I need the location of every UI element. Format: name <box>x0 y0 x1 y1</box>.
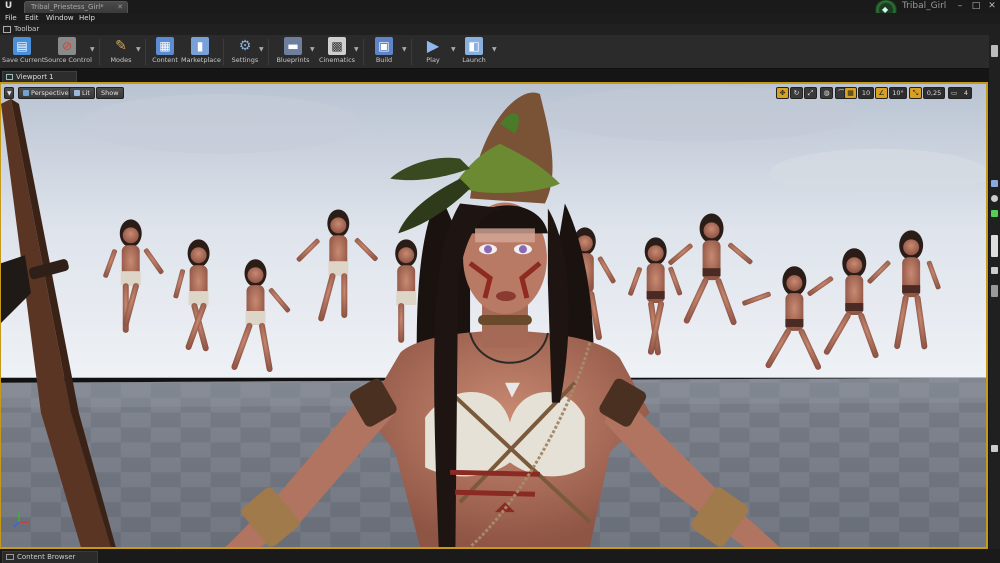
settings-dropdown-icon[interactable]: ▼ <box>259 46 264 53</box>
toolbar-panel-tab[interactable]: Toolbar <box>0 24 1000 35</box>
translate-tool-button[interactable]: ✥ <box>776 87 789 99</box>
save-icon: ▤ <box>13 37 31 55</box>
perspective-icon <box>23 90 29 96</box>
bottom-bar: Content Browser <box>0 549 1000 563</box>
scale-snap-toggle[interactable]: ⤡ <box>909 87 922 99</box>
main-toolbar: ▤ Save Current ⊘ Source Control ▼ ✎ Mode… <box>0 35 1000 69</box>
menu-window[interactable]: Window <box>46 13 74 24</box>
modes-dropdown-icon[interactable]: ▼ <box>136 46 141 53</box>
folder-icon <box>6 554 14 560</box>
launch-dropdown-icon[interactable]: ▼ <box>492 46 497 53</box>
settings-gear-icon: ⚙ <box>238 38 252 54</box>
chevron-down-icon: ▼ <box>7 90 12 97</box>
scale-snap-value[interactable]: 0,25 <box>923 87 945 99</box>
grid-icon: ▦ <box>847 89 854 97</box>
viewport-options-button[interactable]: ▼ <box>4 87 14 99</box>
search-icon[interactable] <box>991 267 998 274</box>
toolbar-separator <box>145 39 146 65</box>
source-control-button[interactable]: ⊘ Source Control <box>44 37 92 68</box>
menu-edit[interactable]: Edit <box>25 13 39 24</box>
add-icon[interactable] <box>991 210 998 217</box>
menu-file[interactable]: File <box>5 13 17 24</box>
show-button[interactable]: Show <box>96 87 124 99</box>
scale-snap-icon: ⤡ <box>912 89 919 97</box>
document-tab-label: Tribal_Priestess_Girl* <box>31 3 104 11</box>
panel-item-icon[interactable] <box>991 445 998 452</box>
source-control-dropdown-icon[interactable]: ▼ <box>90 46 95 53</box>
blueprints-dropdown-icon[interactable]: ▼ <box>310 46 315 53</box>
unreal-logo-icon: U <box>4 1 13 11</box>
angle-icon: ∠ <box>878 89 885 97</box>
build-button[interactable]: ▣ Build <box>368 37 400 68</box>
camera-speed-button[interactable]: ▭ 4 <box>948 87 972 99</box>
toolbar-separator <box>99 39 100 65</box>
maximize-button[interactable]: □ <box>970 0 982 12</box>
content-icon: ▦ <box>156 37 174 55</box>
rotation-snap-value[interactable]: 10° <box>889 87 907 99</box>
viewport-scene[interactable] <box>1 84 986 547</box>
title-bar: U Tribal_Priestess_Girl* ✕ ◆ Tribal_Girl… <box>0 0 1000 20</box>
close-tab-icon[interactable]: ✕ <box>117 2 123 13</box>
perspective-button[interactable]: Perspective <box>18 87 74 99</box>
save-current-button[interactable]: ▤ Save Current <box>2 37 44 68</box>
build-dropdown-icon[interactable]: ▼ <box>402 46 407 53</box>
move-icon: ✥ <box>779 89 786 97</box>
dot-icon[interactable] <box>991 195 998 202</box>
content-button[interactable]: ▦ Content <box>150 37 180 68</box>
launch-button[interactable]: ◧ Launch <box>458 37 490 68</box>
cinematics-icon: ▩ <box>328 37 346 55</box>
build-icon: ▣ <box>375 37 393 55</box>
modes-button[interactable]: ✎ Modes <box>104 37 138 68</box>
toolbar-separator <box>268 39 269 65</box>
grid-snap-value[interactable]: 10 <box>858 87 874 99</box>
toolbar-panel-icon <box>3 26 11 33</box>
content-browser-label: Content Browser <box>17 553 76 561</box>
right-panel-strip <box>989 35 1000 549</box>
panel-item-icon[interactable] <box>991 285 998 297</box>
play-icon: ▶ <box>426 36 440 55</box>
cinematics-dropdown-icon[interactable]: ▼ <box>354 46 359 53</box>
lit-button[interactable]: Lit <box>69 87 95 99</box>
content-browser-tab[interactable]: Content Browser <box>2 551 98 563</box>
scale-icon: ⤢ <box>807 89 814 97</box>
rotation-snap-toggle[interactable]: ∠ <box>875 87 888 99</box>
rotate-tool-button[interactable]: ↻ <box>790 87 803 99</box>
blueprints-button[interactable]: ▬ Blueprints <box>273 37 313 68</box>
viewport-tab-label: Viewport 1 <box>16 73 54 81</box>
level-viewport[interactable]: ▼ Perspective Lit Show ✥ ↻ ⤢ ◍ ⌒ ▦ 10 ∠ … <box>0 82 988 549</box>
scrollbar-thumb[interactable] <box>991 235 998 257</box>
toolbar-separator <box>411 39 412 65</box>
play-dropdown-icon[interactable]: ▼ <box>451 46 456 53</box>
close-window-button[interactable]: ✕ <box>986 0 998 12</box>
toolbar-panel-title: Toolbar <box>14 25 40 33</box>
viewport-tab[interactable]: Viewport 1 <box>2 71 77 82</box>
grid-snap-toggle[interactable]: ▦ <box>844 87 857 99</box>
toolbar-separator <box>223 39 224 65</box>
marketplace-button[interactable]: ▮ Marketplace <box>181 37 221 68</box>
launch-icon: ◧ <box>465 37 483 55</box>
modes-icon: ✎ <box>115 38 127 54</box>
marketplace-icon: ▮ <box>191 37 209 55</box>
toolbar-separator <box>363 39 364 65</box>
minimize-button[interactable]: – <box>954 0 966 12</box>
panel-tab-icon[interactable] <box>991 180 998 187</box>
source-control-icon: ⊘ <box>58 37 76 55</box>
lit-sphere-icon <box>74 90 80 96</box>
globe-icon: ◍ <box>823 89 830 97</box>
settings-button[interactable]: ⚙ Settings <box>228 37 262 68</box>
menu-help[interactable]: Help <box>79 13 95 24</box>
play-button[interactable]: ▶ Play <box>418 37 448 68</box>
document-tab[interactable]: Tribal_Priestess_Girl* ✕ <box>24 1 128 13</box>
viewport-tab-bar: Viewport 1 <box>0 70 1000 82</box>
world-local-toggle[interactable]: ◍ <box>820 87 833 99</box>
scale-tool-button[interactable]: ⤢ <box>804 87 817 99</box>
menu-bar: File Edit Window Help <box>0 13 1000 24</box>
blueprints-icon: ▬ <box>284 37 302 55</box>
camera-icon: ▭ <box>951 89 958 97</box>
panel-handle-icon[interactable] <box>991 45 998 57</box>
cinematics-button[interactable]: ▩ Cinematics <box>318 37 356 68</box>
rotate-icon: ↻ <box>793 89 800 97</box>
viewport-icon <box>6 74 13 80</box>
project-name: Tribal_Girl <box>902 1 947 11</box>
